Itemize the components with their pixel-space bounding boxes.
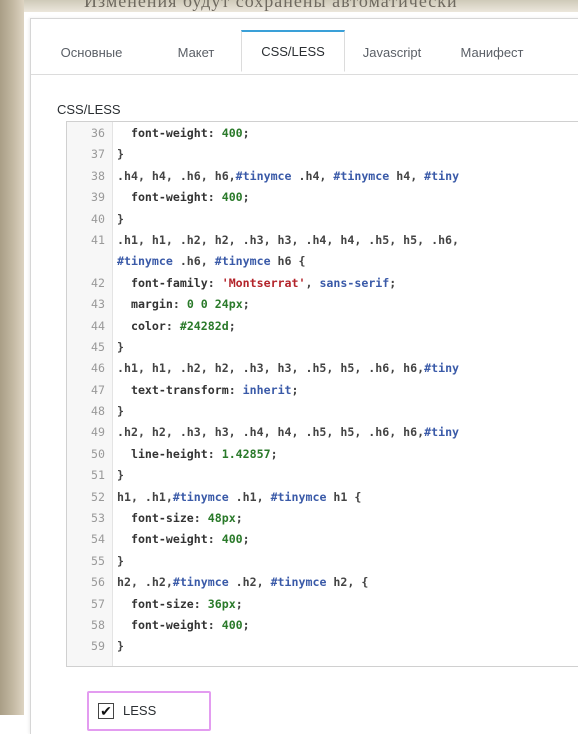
code-line: 52 h1, .h1,#tinymce .h1, #tinymce h1 {	[67, 487, 578, 508]
code-text: }	[117, 468, 124, 483]
background-window-title: Изменения будут сохранены автоматически	[24, 0, 578, 12]
less-checkbox-label: LESS	[123, 703, 157, 718]
code-line: 37}	[67, 144, 578, 165]
code-line: 36 font-weight: 400;	[67, 123, 578, 144]
code-line: 46 .h1, h1, .h2, h2, .h3, h3, .h5, h5, .h…	[67, 358, 578, 379]
code-text: .h1, h1, .h2, h2, .h3, h3, .h5, h5, .h6,…	[117, 361, 460, 376]
code-line: 48}	[67, 401, 578, 422]
code-text: }	[117, 553, 124, 568]
tab-manifest[interactable]: Манифест	[451, 31, 533, 74]
code-line: 45}	[67, 337, 578, 358]
code-line: 58 font-weight: 400;	[67, 615, 578, 636]
code-text: h2, .h2,#tinymce .h2, #tinymce h2, {	[117, 575, 369, 590]
code-line: 53 font-size: 48px;	[67, 508, 578, 529]
line-number: 50	[91, 446, 105, 461]
code-line: 41 .h1, h1, .h2, h2, .h3, h3, .h4, h4, .h…	[67, 230, 578, 251]
line-number: 38	[91, 168, 105, 183]
less-checkbox[interactable]: ✔	[98, 703, 114, 719]
line-number: 55	[91, 553, 105, 568]
code-line: 57 font-size: 36px;	[67, 594, 578, 615]
code-line: 43 margin: 0 0 24px;	[67, 294, 578, 315]
line-number: 42	[91, 275, 105, 290]
code-text: h1, .h1,#tinymce .h1, #tinymce h1 {	[117, 489, 362, 504]
line-number: 49	[91, 425, 105, 440]
less-option-highlight: ✔ LESS	[87, 691, 211, 731]
code-text: line-height: 1.42857;	[130, 446, 278, 461]
code-line: 59}	[67, 636, 578, 657]
code-text: .h1, h1, .h2, h2, .h3, h3, .h4, h4, .h5,…	[117, 232, 460, 247]
tab-layout[interactable]: Макет	[168, 31, 224, 74]
line-number: 54	[91, 532, 105, 547]
code-text: }	[117, 211, 124, 226]
code-text: .h2, h2, .h3, h3, .h4, h4, .h5, h5, .h6,…	[117, 425, 460, 440]
line-number: 44	[91, 318, 105, 333]
code-text: }	[117, 404, 124, 419]
line-number: 51	[91, 468, 105, 483]
code-text: }	[117, 639, 124, 654]
code-line: 56 h2, .h2,#tinymce .h2, #tinymce h2, {	[67, 572, 578, 593]
code-line: 55}	[67, 551, 578, 572]
line-number: 52	[91, 489, 105, 504]
code-line: 42 font-family: 'Montserrat', sans-serif…	[67, 273, 578, 294]
code-text: text-transform: inherit;	[130, 382, 299, 397]
css-code-editor[interactable]: 36 font-weight: 400; 37} 38 .h4, h4, .h6, h…	[66, 121, 578, 667]
line-number: 43	[91, 297, 105, 312]
line-number: 47	[91, 382, 105, 397]
line-number: 41	[91, 232, 105, 247]
code-line: 44 color: #24282d;	[67, 316, 578, 337]
code-text: font-weight: 400;	[130, 617, 250, 632]
section-label: CSS/LESS	[57, 102, 121, 117]
code-line: 39 font-weight: 400;	[67, 187, 578, 208]
line-number: 36	[91, 126, 105, 140]
code-line: 51}	[67, 465, 578, 486]
code-line: 50 line-height: 1.42857;	[67, 444, 578, 465]
code-text: .h4, h4, .h6, h6,#tinymce .h4, #tinymce …	[117, 168, 460, 183]
code-line: 49 .h2, h2, .h3, h3, .h4, h4, .h5, h5, .h…	[67, 422, 578, 443]
background-title-text: Изменения будут сохранены автоматически	[84, 0, 458, 11]
code-text: #tinymce .h6, #tinymce h6 {	[117, 254, 306, 269]
code-line: 54 font-weight: 400;	[67, 529, 578, 550]
code-text: font-weight: 400;	[130, 190, 250, 205]
tab-general[interactable]: Основные	[49, 31, 134, 74]
code-content[interactable]: 36 font-weight: 400; 37} 38 .h4, h4, .h6, h…	[67, 123, 578, 658]
code-text: font-weight: 400;	[130, 126, 250, 140]
tab-javascript[interactable]: Javascript	[353, 31, 431, 74]
code-line: 38 .h4, h4, .h6, h6,#tinymce .h4, #tinymc…	[67, 166, 578, 187]
code-text: }	[117, 339, 124, 354]
settings-panel: Основные Макет CSS/LESS Javascript Маниф…	[30, 18, 578, 734]
line-number: 46	[91, 361, 105, 376]
tab-bar: Основные Макет CSS/LESS Javascript Маниф…	[31, 30, 578, 75]
line-number: 40	[91, 211, 105, 226]
line-number: 48	[91, 404, 105, 419]
line-number: 45	[91, 339, 105, 354]
code-line: #tinymce .h6, #tinymce h6 {	[67, 251, 578, 272]
line-number: 53	[91, 511, 105, 526]
line-number: 57	[91, 596, 105, 611]
code-text: color: #24282d;	[130, 318, 236, 333]
code-text: }	[117, 147, 124, 162]
tab-css-less[interactable]: CSS/LESS	[241, 30, 345, 72]
code-text: font-family: 'Montserrat', sans-serif;	[130, 275, 397, 290]
line-number: 59	[91, 639, 105, 654]
line-number: 37	[91, 147, 105, 162]
line-number: 39	[91, 190, 105, 205]
code-line: 40}	[67, 209, 578, 230]
code-text: font-size: 36px;	[130, 596, 243, 611]
checkmark-icon: ✔	[100, 703, 112, 719]
line-number: 58	[91, 617, 105, 632]
code-text: font-weight: 400;	[130, 532, 250, 547]
code-line: 47 text-transform: inherit;	[67, 380, 578, 401]
line-number: 56	[91, 575, 105, 590]
code-text: font-size: 48px;	[130, 511, 243, 526]
code-text: margin: 0 0 24px;	[130, 297, 250, 312]
background-window-edge	[0, 0, 24, 715]
